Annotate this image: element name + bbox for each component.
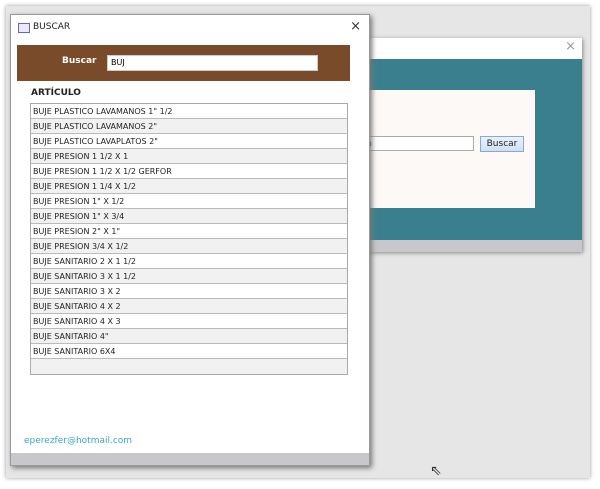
list-item[interactable]: BUJE PRESION 2" X 1" (31, 224, 347, 239)
title-bar: × (340, 38, 582, 59)
background-window: × RED Buscar (340, 38, 582, 252)
list-item[interactable]: BUJE SANITARIO 4" (31, 329, 347, 344)
list-item[interactable]: BUJE PRESION 1" X 1/2 (31, 194, 347, 209)
list-item[interactable]: BUJE SANITARIO 6X4 (31, 344, 347, 359)
list-item[interactable]: BUJE PRESION 1 1/2 X 1 (31, 149, 347, 164)
results-list: BUJE PLASTICO LAVAMANOS 1" 1/2 BUJE PLAST… (30, 103, 348, 375)
list-item[interactable]: BUJE PRESION 1" X 3/4 (31, 209, 347, 224)
list-item[interactable] (31, 359, 347, 374)
close-icon[interactable]: × (565, 39, 576, 54)
list-item[interactable]: BUJE SANITARIO 3 X 1 1/2 (31, 269, 347, 284)
search-input[interactable]: BUJ (107, 55, 318, 71)
search-label: Buscar (62, 56, 97, 66)
title-bar: BUSCAR × (11, 15, 369, 39)
form-area: RED Buscar (340, 59, 582, 240)
list-item[interactable]: BUJE SANITARIO 2 X 1 1/2 (31, 254, 347, 269)
form-icon (18, 23, 30, 33)
column-header: ARTÍCULO (31, 88, 81, 98)
mouse-cursor-icon: ⇖ (430, 463, 442, 479)
list-item[interactable]: BUJE SANITARIO 3 X 2 (31, 284, 347, 299)
close-icon[interactable]: × (350, 15, 361, 39)
list-item[interactable]: BUJE PLASTICO LAVAMANOS 1" 1/2 (31, 104, 347, 119)
search-band: Buscar BUJ (17, 45, 350, 81)
list-item[interactable]: BUJE PRESION 1 1/2 X 1/2 GERFOR (31, 164, 347, 179)
list-item[interactable]: BUJE PRESION 1 1/4 X 1/2 (31, 179, 347, 194)
window-title: BUSCAR (33, 22, 71, 32)
list-item[interactable]: BUJE PRESION 3/4 X 1/2 (31, 239, 347, 254)
buscar-window: BUSCAR × Buscar BUJ ARTÍCULO BUJE PLASTI… (10, 14, 370, 466)
list-item[interactable]: BUJE PLASTICO LAVAMANOS 2" (31, 119, 347, 134)
list-item[interactable]: BUJE PLASTICO LAVAPLATOS 2" (31, 134, 347, 149)
search-button[interactable]: Buscar (480, 136, 524, 152)
email-link[interactable]: eperezfer@hotmail.com (24, 436, 132, 446)
status-bar (340, 240, 582, 252)
status-bar (11, 453, 369, 465)
list-item[interactable]: BUJE SANITARIO 4 X 3 (31, 314, 347, 329)
list-item[interactable]: BUJE SANITARIO 4 X 2 (31, 299, 347, 314)
